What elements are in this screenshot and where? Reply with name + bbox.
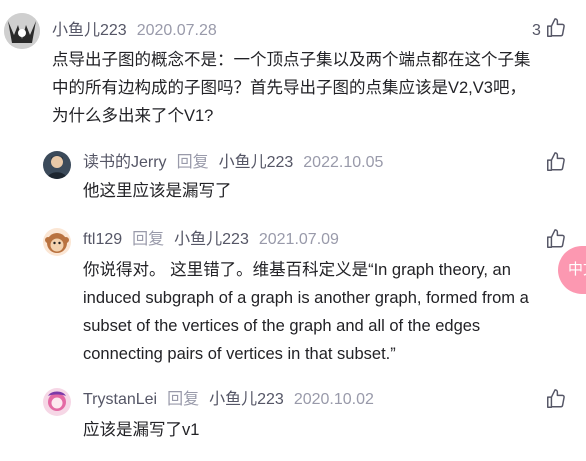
reply-text-line: connecting pairs of vertices in that sub… [83, 345, 396, 363]
reply-meta: TrystanLei 回复 小鱼儿223 2020.10.02 [83, 390, 384, 410]
reply-text: 他这里应该是漏写了 [83, 177, 232, 205]
avatar-image [43, 388, 71, 416]
reply-author[interactable]: ftl129 [83, 231, 122, 248]
thumbs-up-icon[interactable] [545, 151, 567, 173]
comment-text-line: 点导出子图的概念不是：一个顶点子集以及两个端点都在这个子集 [52, 51, 531, 69]
reply-date: 2022.10.05 [303, 154, 384, 171]
reply-date: 2020.10.02 [293, 391, 374, 408]
reply-text-line: 他这里应该是漏写了 [83, 182, 232, 200]
comment-author[interactable]: 小鱼儿223 [52, 22, 127, 39]
reply-text-line: induced subgraph of a graph is another g… [83, 289, 529, 307]
avatar[interactable] [4, 13, 40, 49]
reply-author[interactable]: 读书的Jerry [83, 154, 167, 171]
reply-meta: 读书的Jerry 回复 小鱼儿223 2022.10.05 [83, 153, 393, 173]
comment-item: 小鱼儿223 2020.07.28 3 点导出子图的概念不是：一个顶点子集以及两个… [0, 0, 586, 140]
reply-item: TrystanLei 回复 小鱼儿223 2020.10.02 应该是漏写了v1 [0, 378, 586, 461]
reply-text: 应该是漏写了v1 [83, 416, 199, 444]
avatar-image [43, 228, 71, 256]
reply-item: ftl129 回复 小鱼儿223 2021.07.09 你说得对。 这里错了。维基百科… [0, 218, 586, 378]
reply-target[interactable]: 小鱼儿223 [219, 154, 294, 171]
reply-label: 回复 [167, 391, 200, 408]
reply-target[interactable]: 小鱼儿223 [209, 391, 284, 408]
like-count: 3 [532, 22, 541, 39]
reply-date: 2021.07.09 [258, 231, 339, 248]
avatar[interactable] [43, 151, 71, 179]
reply-author[interactable]: TrystanLei [83, 391, 157, 408]
comment-meta: 小鱼儿223 2020.07.28 [52, 21, 227, 41]
reply-text-line: 应该是漏写了v1 [83, 421, 200, 439]
thumbs-up-icon[interactable] [545, 228, 567, 250]
reply-item: 读书的Jerry 回复 小鱼儿223 2022.10.05 他这里应该是漏写了 [0, 140, 586, 210]
reply-meta: ftl129 回复 小鱼儿223 2021.07.09 [83, 230, 349, 250]
avatar-image [43, 151, 71, 179]
comment-text: 点导出子图的概念不是：一个顶点子集以及两个端点都在这个子集 中的所有边构成的子图… [52, 46, 531, 130]
avatar-image [4, 13, 40, 49]
reply-text-line: subset of the vertices of the graph and … [83, 317, 481, 335]
reply-label: 回复 [176, 154, 209, 171]
avatar[interactable] [43, 228, 71, 256]
avatar[interactable] [43, 388, 71, 416]
reply-text: 你说得对。 这里错了。维基百科定义是“In graph theory, an i… [83, 256, 529, 368]
comment-date: 2020.07.28 [136, 22, 217, 39]
thumbs-up-icon[interactable] [545, 388, 567, 410]
reply-label: 回复 [132, 231, 165, 248]
reply-text-line: 你说得对。 这里错了。维基百科定义是“In graph theory, an [83, 261, 511, 279]
comment-text-line: 中的所有边构成的子图吗？首先导出子图的点集应该是V2,V3吧， [52, 79, 526, 97]
thumbs-up-icon[interactable] [545, 17, 567, 39]
comment-text-line: 为什么多出来了个V1? [52, 107, 214, 125]
reply-target[interactable]: 小鱼儿223 [174, 231, 249, 248]
